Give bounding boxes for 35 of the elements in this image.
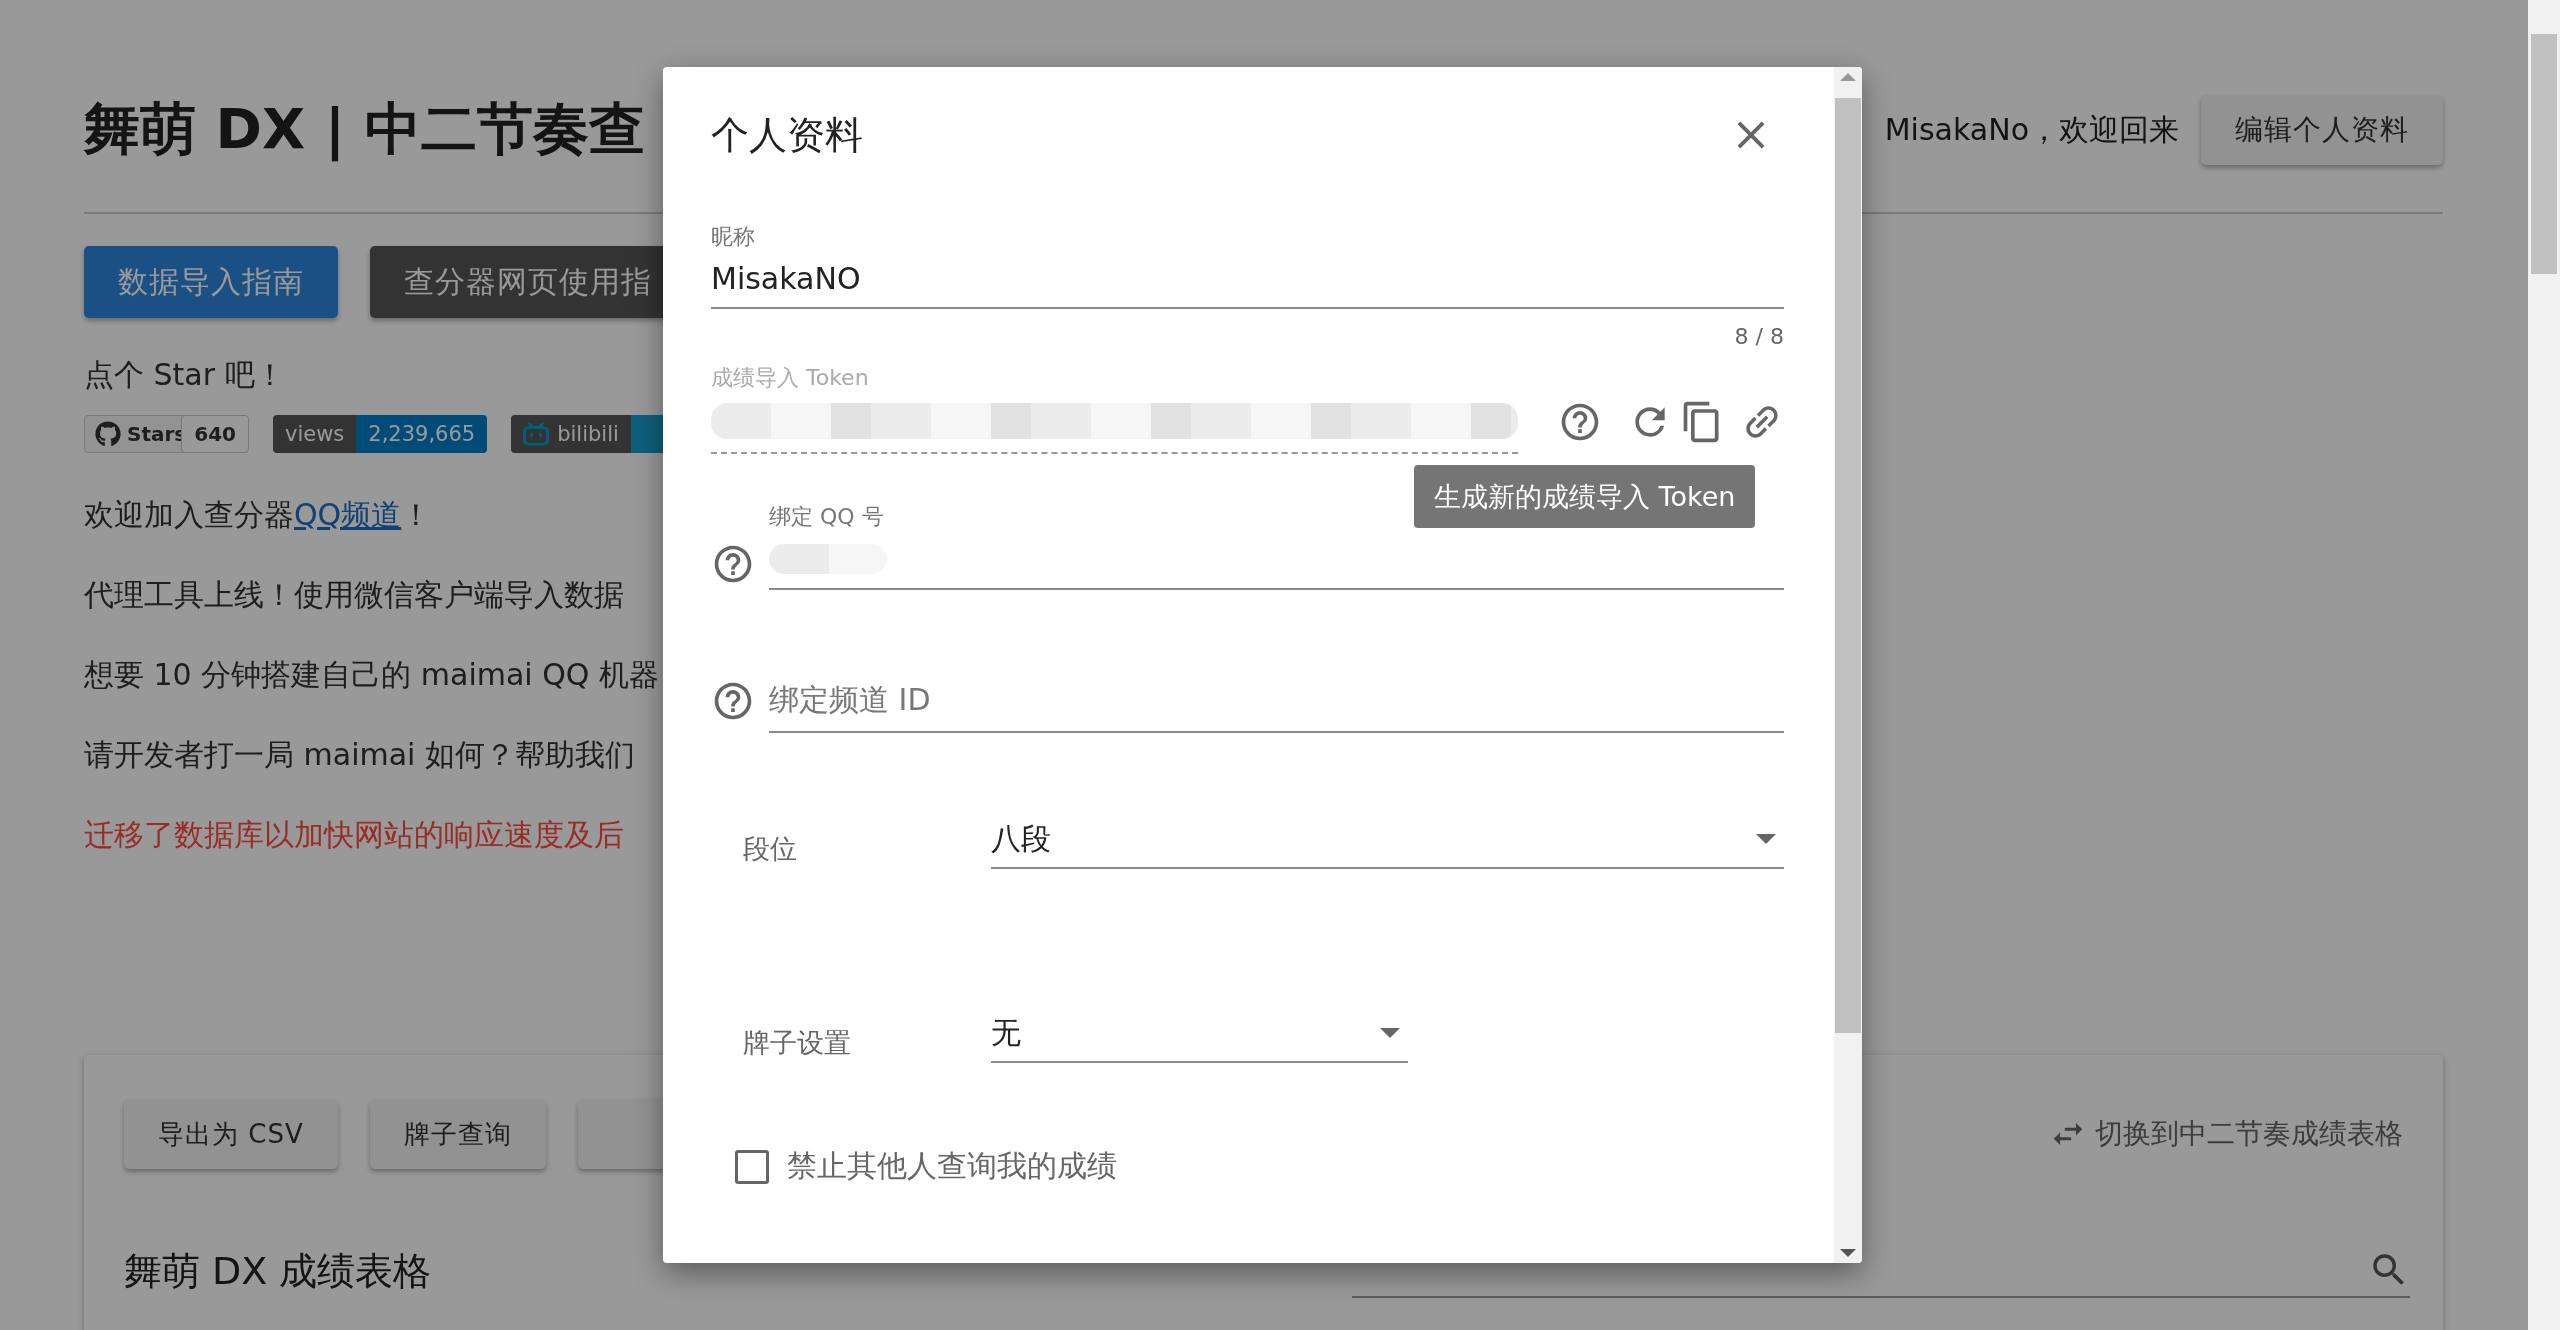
paragraph: 想要 10 分钟搭建自己的 maimai QQ 机器 <box>84 656 659 694</box>
welcome-text: MisakaNo，欢迎回来 <box>1884 110 2179 149</box>
field-label: 牌子设置 <box>743 1026 852 1060</box>
tooltip: 生成新的成绩导入 Token <box>1414 465 1756 528</box>
field-label: 昵称 <box>711 225 755 249</box>
star-count: 640 <box>181 415 249 453</box>
table-title: 舞萌 DX 成绩表格 <box>124 1247 432 1295</box>
tv-icon <box>523 421 550 447</box>
checkbox-label: 禁止其他人查询我的成绩 <box>787 1147 1117 1185</box>
star-prompt: 点个 Star 吧！ <box>84 356 285 394</box>
plate-select[interactable]: 无 <box>991 1005 1408 1063</box>
channel-id-field[interactable]: 绑定频道 ID <box>769 669 1784 733</box>
switch-table-link[interactable]: 切换到中二节奏成绩表格 <box>2049 1115 2403 1153</box>
nickname-field[interactable]: MisakaNO <box>711 249 1784 309</box>
guide-button[interactable]: 数据导入指南 <box>84 246 338 318</box>
field-label: 绑定 QQ 号 <box>769 505 884 529</box>
page-title: 舞萌 DX | 中二节奏查 <box>84 95 645 164</box>
char-counter: 8 / 8 <box>1733 325 1784 349</box>
toolbar-button[interactable]: 牌子查询 <box>369 1099 546 1169</box>
toolbar-button[interactable]: 导出为 CSV <box>124 1099 338 1169</box>
dropdown-icon <box>1756 834 1776 844</box>
rank-select[interactable]: 八段 <box>991 811 1784 869</box>
dropdown-icon <box>1380 1028 1400 1038</box>
badge-label: bilibili <box>557 422 619 446</box>
dialog-title: 个人资料 <box>711 111 863 159</box>
edit-profile-button[interactable]: 编辑个人资料 <box>2201 95 2443 165</box>
notice-text: 迁移了数据库以加快网站的响应速度及后 <box>84 816 624 854</box>
channel-link[interactable]: QQ频道 <box>294 497 402 532</box>
field-label: 成绩导入 Token <box>711 366 869 390</box>
paragraph: 欢迎加入查分器QQ频道！ <box>84 496 432 534</box>
paragraph: 代理工具上线！使用微信客户端导入数据 <box>84 576 624 614</box>
checkbox[interactable] <box>735 1149 769 1184</box>
github-icon <box>95 421 121 447</box>
field-label: 段位 <box>743 832 798 866</box>
paragraph: 请开发者打一局 maimai 如何？帮助我们 <box>84 736 635 774</box>
